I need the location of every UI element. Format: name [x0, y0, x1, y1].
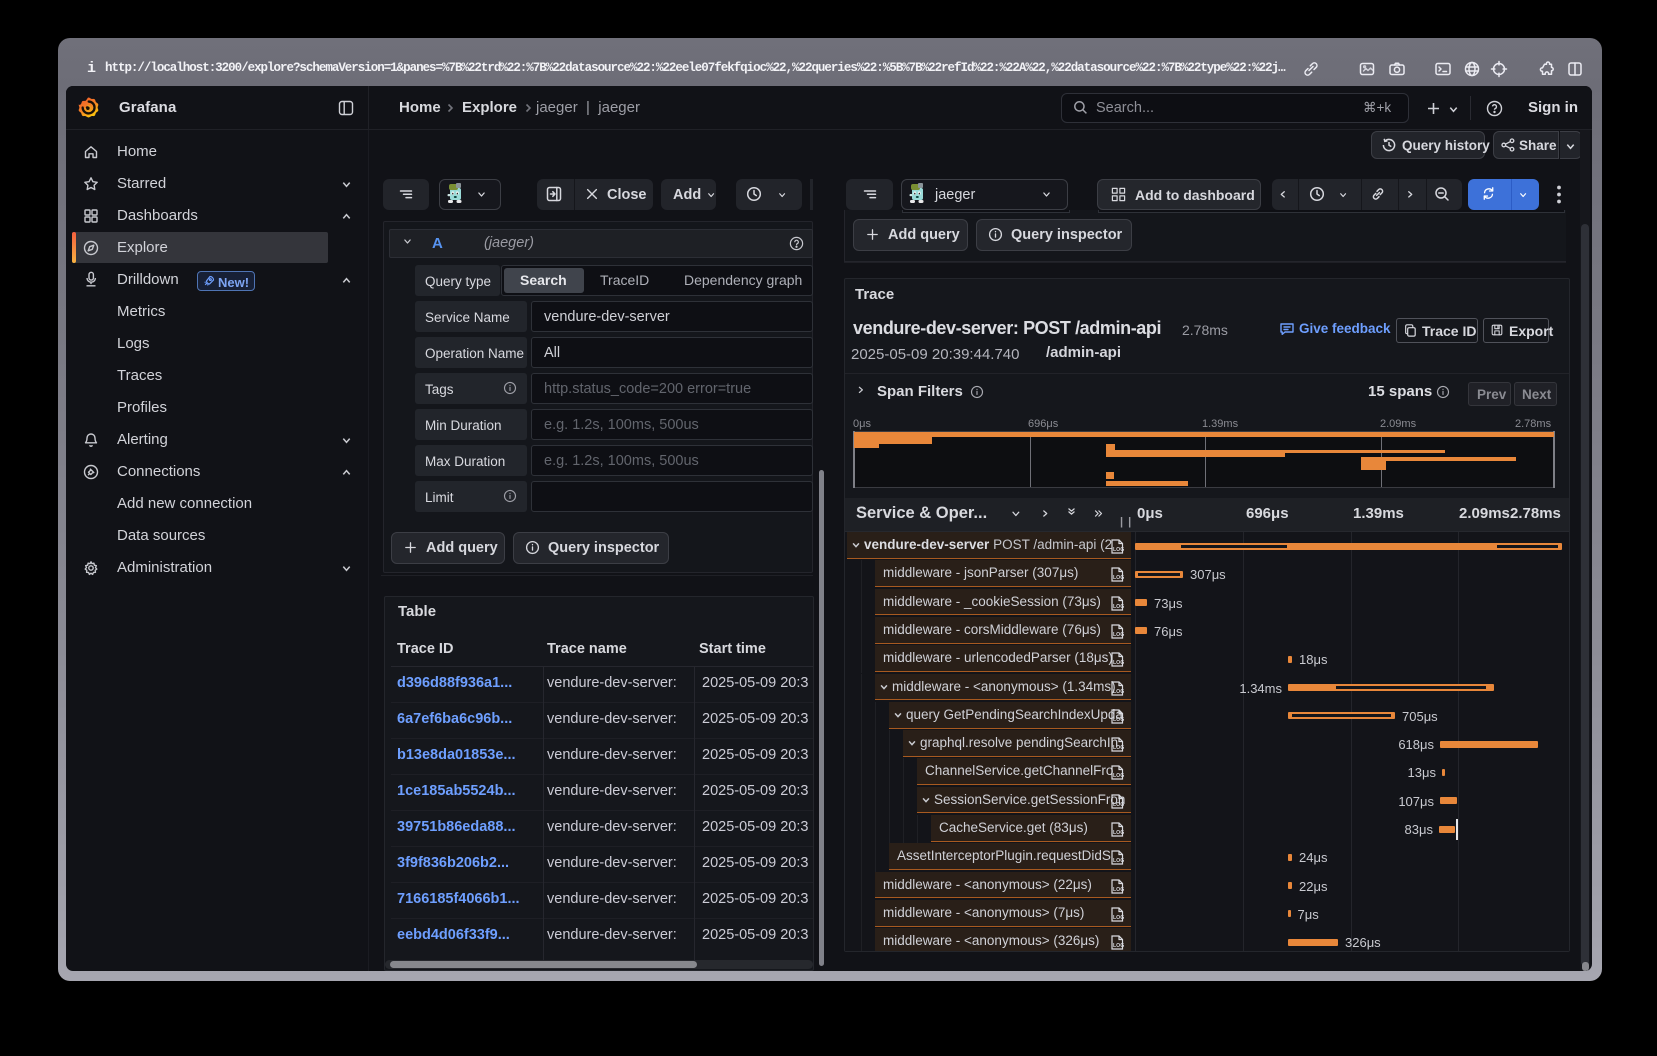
svg-text:LOG: LOG	[1113, 943, 1124, 949]
svg-text:LOG: LOG	[1113, 802, 1124, 808]
svg-text:LOG: LOG	[1113, 717, 1124, 723]
svg-text:LOG: LOG	[1113, 745, 1124, 751]
svg-text:LOG: LOG	[1113, 604, 1124, 610]
svg-text:LOG: LOG	[1113, 660, 1124, 666]
svg-text:LOG: LOG	[1113, 830, 1124, 836]
svg-text:LOG: LOG	[1113, 773, 1124, 779]
svg-text:LOG: LOG	[1113, 575, 1124, 581]
svg-text:LOG: LOG	[1113, 632, 1124, 638]
svg-text:LOG: LOG	[1113, 547, 1124, 553]
svg-text:LOG: LOG	[1113, 915, 1124, 921]
svg-text:LOG: LOG	[1113, 858, 1124, 864]
svg-text:LOG: LOG	[1113, 887, 1124, 893]
svg-text:LOG: LOG	[1113, 689, 1124, 695]
